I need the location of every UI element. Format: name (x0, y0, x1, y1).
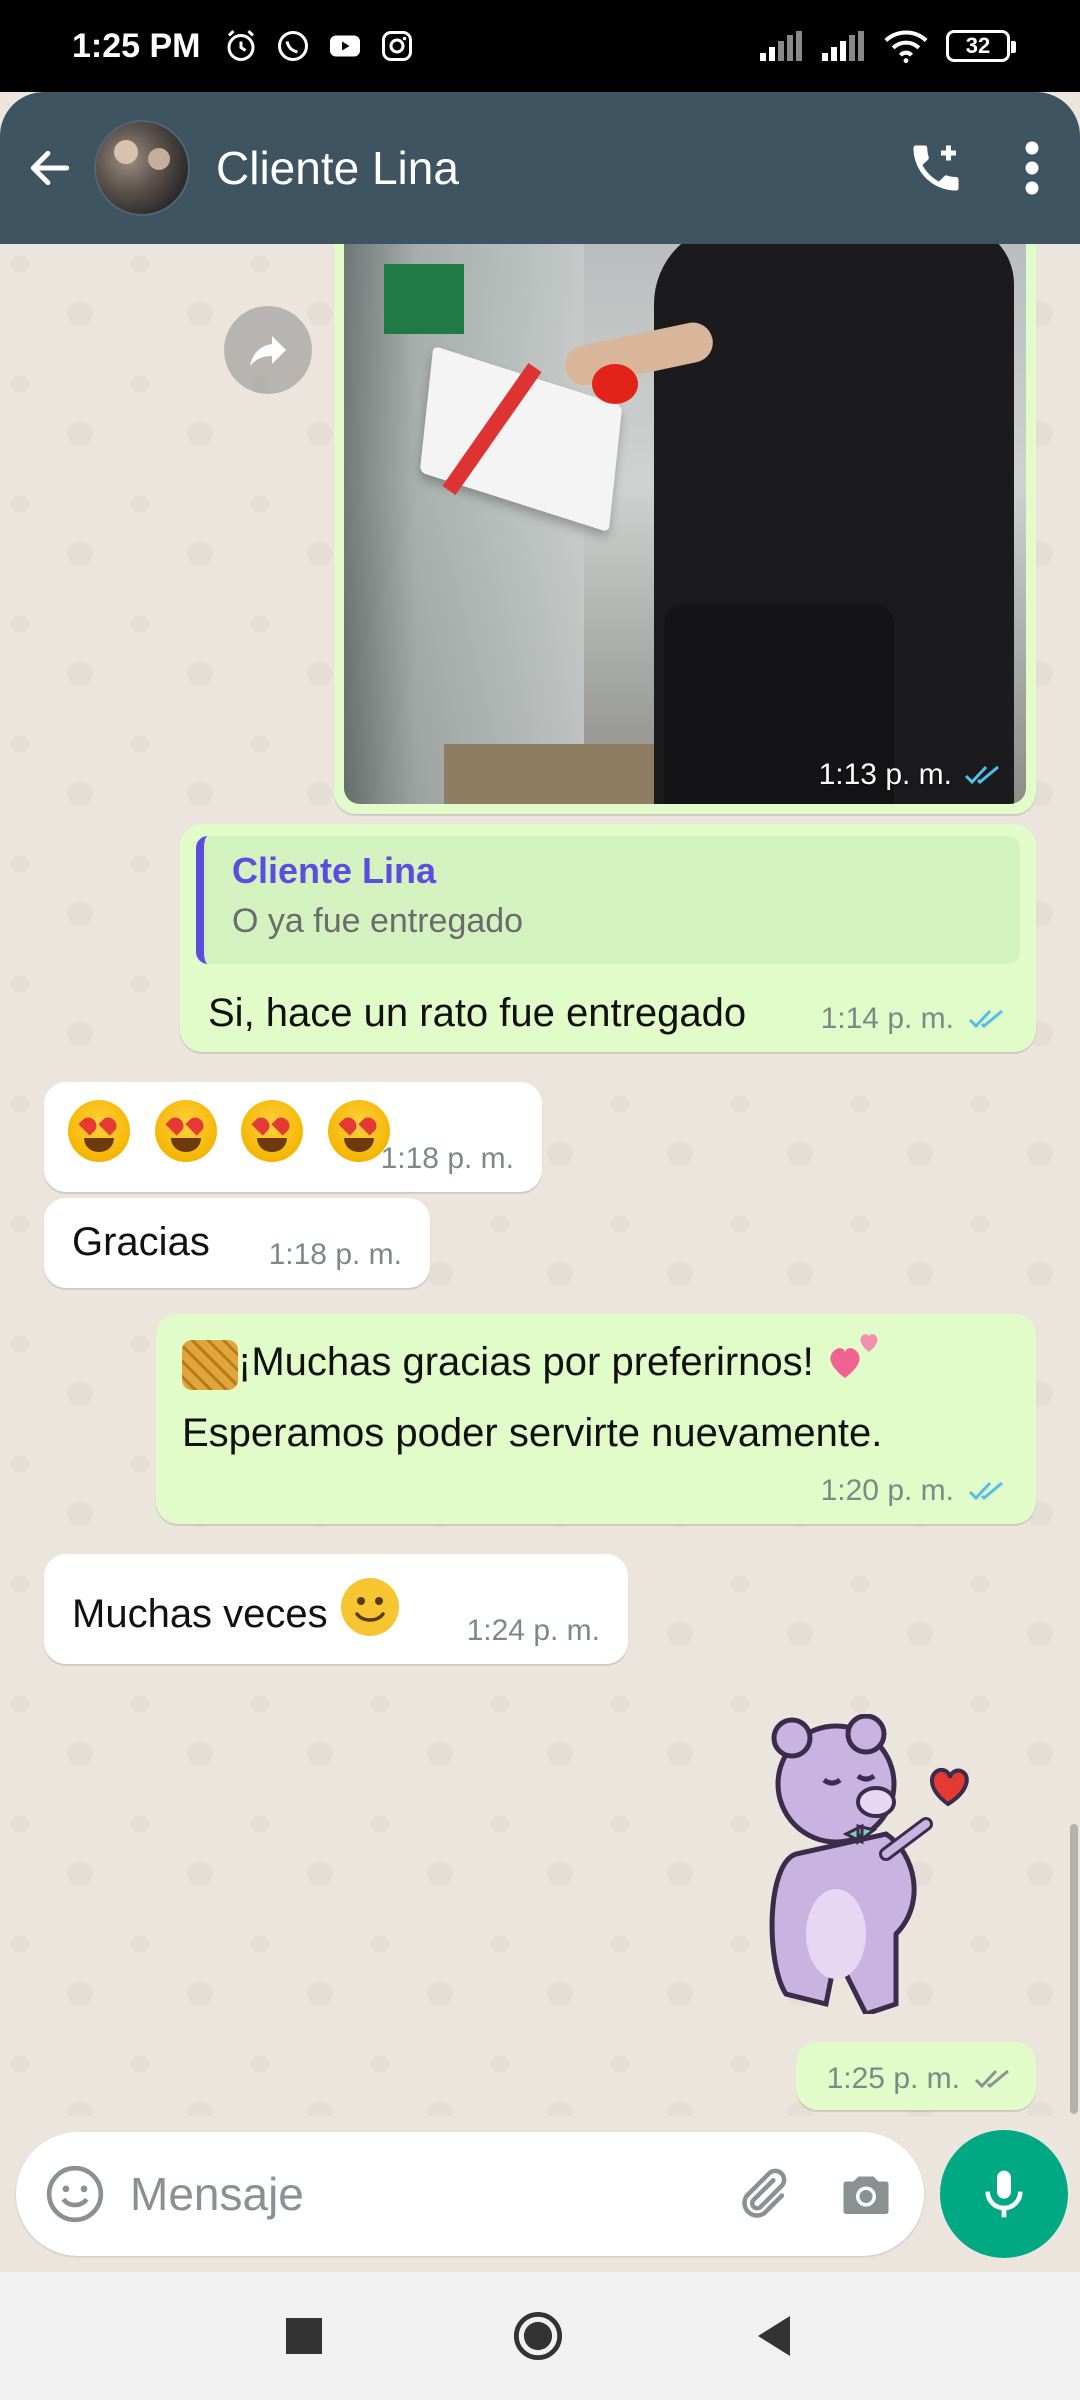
hearts-emoji-icon (825, 1328, 885, 1401)
message-time: 1:24 p. m. (466, 1614, 600, 1647)
camera-icon[interactable] (836, 2164, 896, 2224)
message-time: 1:13 p. m. (818, 758, 952, 791)
double-check-icon (968, 1009, 1003, 1029)
chat-header: Cliente Lina (0, 92, 1080, 244)
heart-eyes-emoji-icon (68, 1100, 130, 1163)
status-bar: 1:25 PM 32 (0, 0, 1080, 92)
message-time: 1:18 p. m. (380, 1142, 514, 1175)
message-text: Si, hace un rato fue entregado (208, 991, 747, 1035)
wifi-icon (884, 30, 928, 63)
mic-icon (985, 2170, 1023, 2218)
arrow-back-icon (30, 150, 70, 186)
double-check-icon (974, 2069, 1009, 2089)
image-message[interactable]: 1:13 p. m. (334, 244, 1036, 814)
sticker-meta: 1:25 p. m. (796, 2042, 1036, 2110)
smile-emoji-icon (339, 1576, 401, 1657)
message-text: Gracias (72, 1220, 210, 1264)
message-line: ¡Muchas gracias por preferirnos! (238, 1340, 814, 1385)
message-time: 1:14 p. m. (820, 1002, 954, 1035)
emoji-icon[interactable] (44, 2163, 106, 2225)
contact-avatar[interactable] (94, 120, 190, 216)
back-button[interactable] (20, 138, 80, 198)
message-text: Muchas veces (72, 1592, 328, 1637)
chat-area[interactable]: 1:13 p. m. Cliente Lina O ya fue entrega… (0, 244, 1080, 2116)
quoted-sender: Cliente Lina (232, 850, 437, 891)
message-time: 1:20 p. m. (820, 1474, 954, 1507)
double-check-icon (964, 765, 999, 785)
text-message[interactable]: Gracias 1:18 p. m. (44, 1198, 430, 1288)
recent-apps-icon[interactable] (286, 2318, 322, 2354)
add-call-icon[interactable] (906, 138, 966, 198)
message-time: 1:25 p. m. (826, 2062, 960, 2095)
double-check-icon (968, 1481, 1003, 1501)
reply-message[interactable]: Cliente Lina O ya fue entregado Si, hace… (180, 824, 1036, 1052)
voice-record-button[interactable] (940, 2130, 1068, 2258)
signal-icon (822, 31, 864, 61)
instagram-icon (381, 31, 412, 61)
whatsapp-icon (277, 31, 308, 61)
emoji-message[interactable]: 1:18 p. m. (44, 1082, 542, 1192)
more-vert-icon[interactable] (1022, 138, 1042, 198)
alarm-icon (227, 29, 254, 61)
message-time: 1:18 p. m. (268, 1238, 402, 1271)
youtube-icon (329, 35, 360, 57)
quoted-message[interactable]: Cliente Lina O ya fue entregado (196, 836, 1020, 964)
message-composer[interactable]: Mensaje (16, 2132, 924, 2256)
heart-eyes-emoji-icon (154, 1100, 217, 1163)
quoted-text: O ya fue entregado (232, 902, 524, 940)
status-time: 1:25 PM (72, 26, 201, 65)
signal-icon (760, 31, 802, 61)
message-input[interactable]: Mensaje (130, 2167, 732, 2221)
bear-sticker[interactable] (726, 1713, 986, 2018)
home-icon[interactable] (512, 2310, 564, 2362)
waffle-emoji-icon (182, 1339, 238, 1390)
forward-icon (250, 336, 286, 366)
message-photo[interactable]: 1:13 p. m. (344, 244, 1026, 804)
contact-name[interactable]: Cliente Lina (216, 141, 459, 195)
scrollbar[interactable] (1070, 1824, 1078, 2114)
text-message[interactable]: ¡Muchas gracias por preferirnos! Esperam… (156, 1314, 1036, 1524)
attach-icon[interactable] (732, 2164, 792, 2224)
heart-eyes-emoji-icon (241, 1100, 304, 1163)
text-message[interactable]: Muchas veces 1:24 p. m. (44, 1554, 628, 1664)
forward-button[interactable] (224, 306, 312, 394)
system-nav-bar (0, 2272, 1080, 2400)
back-nav-icon[interactable] (754, 2316, 794, 2356)
message-line: Esperamos poder servirte nuevamente. (182, 1411, 883, 1455)
battery-icon: 32 (946, 30, 1016, 62)
